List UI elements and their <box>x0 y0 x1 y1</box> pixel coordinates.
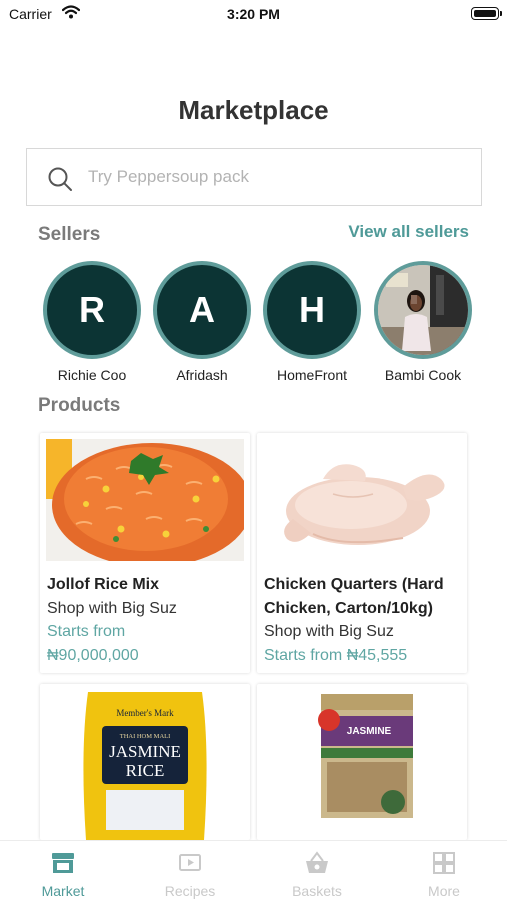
grid-icon <box>431 851 457 875</box>
tab-label: Market <box>41 883 85 899</box>
tab-recipes[interactable]: Recipes <box>127 841 253 900</box>
tab-label: More <box>428 883 460 899</box>
product-info: Jollof Rice Mix Shop with Big Suz Starts… <box>47 573 247 667</box>
status-bar: Carrier 3:20 PM <box>0 0 507 30</box>
avatar-initial: R <box>79 289 105 330</box>
seller-name: Afridash <box>176 367 228 383</box>
view-all-sellers-link[interactable]: View all sellers <box>348 222 469 242</box>
product-price-prefix: Starts from <box>47 623 126 640</box>
search-input[interactable] <box>88 149 468 205</box>
page-title: Marketplace <box>178 95 329 125</box>
jasmine-rice-box-image: JASMINE <box>263 690 461 840</box>
tab-more[interactable]: More <box>381 841 507 900</box>
bottom-tab-bar: Market Recipes Baskets More <box>0 840 507 900</box>
seller-photo-image <box>378 265 468 355</box>
product-card-jasmine-rice[interactable]: Member's Mark THAI HOM MALI JASMINE RICE <box>40 684 250 840</box>
status-time: 3:20 PM <box>227 6 280 22</box>
avatar: A <box>153 261 251 359</box>
product-name: Chicken Quarters (Hard Chicken, Carton/1… <box>264 576 444 617</box>
product-info: Chicken Quarters (Hard Chicken, Carton/1… <box>264 573 464 667</box>
jasmine-rice-bag-image: Member's Mark THAI HOM MALI JASMINE RICE <box>46 690 244 840</box>
sellers-list: R Richie Coo A Afridash H HomeFront Bamb… <box>43 261 483 385</box>
avatar: R <box>43 261 141 359</box>
rice-brand-text: Member's Mark <box>116 708 174 718</box>
tab-label: Recipes <box>164 883 216 899</box>
avatar-initial: H <box>299 289 325 330</box>
chicken-image <box>263 439 461 561</box>
product-shop: Shop with Big Suz <box>264 623 394 640</box>
seller-afridash[interactable]: A Afridash <box>153 261 251 383</box>
avatar-photo <box>374 261 472 359</box>
sellers-section-title: Sellers <box>38 224 101 245</box>
seller-homefront[interactable]: H HomeFront <box>263 261 361 383</box>
product-name: Jollof Rice Mix <box>47 576 160 593</box>
product-price: ₦90,000,000 <box>47 646 139 664</box>
rice-title-text-2: RICE <box>126 761 165 780</box>
avatar-initial: A <box>189 289 215 330</box>
rice-box-title-text: JASMINE <box>347 726 392 737</box>
seller-richie-coo[interactable]: R Richie Coo <box>43 261 141 383</box>
product-price: ₦45,555 <box>346 646 408 664</box>
product-card-jollof-rice-mix[interactable]: Jollof Rice Mix Shop with Big Suz Starts… <box>40 433 250 673</box>
video-play-icon <box>177 851 203 875</box>
tab-label: Baskets <box>292 883 342 899</box>
seller-name: HomeFront <box>276 367 348 383</box>
seller-bambi-cook[interactable]: Bambi Cook <box>374 261 472 383</box>
rice-small-text: THAI HOM MALI <box>120 733 171 740</box>
jollof-rice-image <box>46 439 244 561</box>
products-section-title: Products <box>38 395 121 416</box>
battery-icon <box>471 7 502 20</box>
avatar: H <box>263 261 361 359</box>
store-icon <box>50 851 76 875</box>
product-card-chicken-quarters[interactable]: Chicken Quarters (Hard Chicken, Carton/1… <box>257 433 467 673</box>
product-shop: Shop with Big Suz <box>47 599 177 617</box>
rice-title-text-1: JASMINE <box>109 742 181 761</box>
seller-name: Bambi Cook <box>384 367 462 383</box>
tab-baskets[interactable]: Baskets <box>254 841 380 900</box>
basket-icon <box>304 851 330 875</box>
product-price-prefix: Starts from <box>264 646 343 664</box>
search-icon <box>47 166 73 197</box>
product-card-jasmine-rice-box[interactable]: JASMINE <box>257 684 467 840</box>
search-bar[interactable] <box>26 148 482 206</box>
tab-market[interactable]: Market <box>0 841 126 900</box>
seller-name: Richie Coo <box>57 367 127 383</box>
